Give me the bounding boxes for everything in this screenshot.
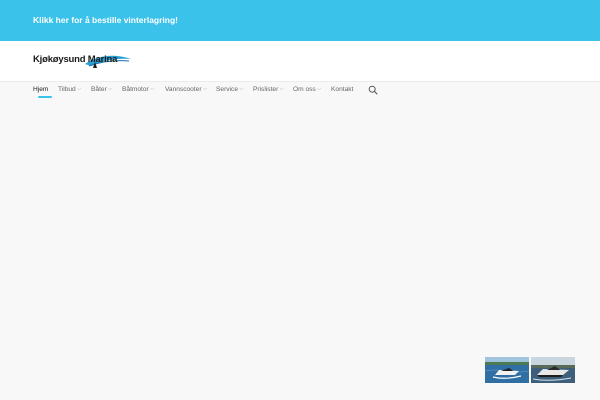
slider-thumbnails bbox=[485, 357, 575, 383]
main-nav: Hjem Tilbud ⌵ Båter ⌵ Båtmotor ⌵ Vannscoote… bbox=[0, 82, 600, 102]
nav-item-batmotor[interactable]: Båtmotor ⌵ bbox=[122, 82, 154, 96]
chevron-down-icon: ⌵ bbox=[317, 86, 322, 92]
nav-label: Vannscooter bbox=[165, 85, 202, 93]
logo-text: Kjøkøysund Marina bbox=[33, 54, 118, 65]
chevron-down-icon: ⌵ bbox=[77, 86, 82, 92]
nav-item-om-oss[interactable]: Om oss ⌵ bbox=[293, 82, 321, 96]
site-header: Kjøkøysund Marina bbox=[0, 41, 600, 82]
nav-item-vannscooter[interactable]: Vannscooter ⌵ bbox=[165, 82, 207, 96]
nav-item-prislister[interactable]: Prislister ⌵ bbox=[253, 82, 284, 96]
site-logo[interactable]: Kjøkøysund Marina bbox=[33, 49, 133, 71]
chevron-down-icon: ⌵ bbox=[239, 86, 244, 92]
announcement-bar: Klikk her for å bestille vinterlagring! bbox=[0, 0, 600, 41]
nav-label: Hjem bbox=[33, 85, 49, 93]
nav-item-service[interactable]: Service ⌵ bbox=[216, 82, 243, 96]
winter-storage-link[interactable]: Klikk her for å bestille vinterlagring! bbox=[33, 15, 178, 25]
nav-item-kontakt[interactable]: Kontakt bbox=[331, 82, 353, 96]
search-icon bbox=[368, 85, 378, 95]
nav-item-hjem[interactable]: Hjem bbox=[33, 82, 48, 96]
nav-label: Tilbud bbox=[58, 85, 76, 93]
boat-thumbnail-2[interactable] bbox=[531, 357, 575, 383]
chevron-down-icon: ⌵ bbox=[108, 86, 113, 92]
nav-label: Service bbox=[216, 85, 238, 93]
chevron-down-icon: ⌵ bbox=[279, 86, 284, 92]
nav-label: Kontakt bbox=[331, 85, 354, 93]
search-button[interactable] bbox=[368, 82, 378, 95]
nav-item-bater[interactable]: Båter ⌵ bbox=[91, 82, 112, 96]
nav-label: Prislister bbox=[253, 85, 279, 93]
nav-label: Om oss bbox=[293, 85, 316, 93]
active-nav-indicator bbox=[38, 96, 52, 98]
nav-label: Båter bbox=[91, 85, 107, 93]
chevron-down-icon: ⌵ bbox=[203, 86, 207, 92]
chevron-down-icon: ⌵ bbox=[150, 86, 155, 92]
nav-item-tilbud[interactable]: Tilbud ⌵ bbox=[58, 82, 81, 96]
nav-label: Båtmotor bbox=[122, 85, 149, 93]
boat-thumbnail-1[interactable] bbox=[485, 357, 529, 383]
